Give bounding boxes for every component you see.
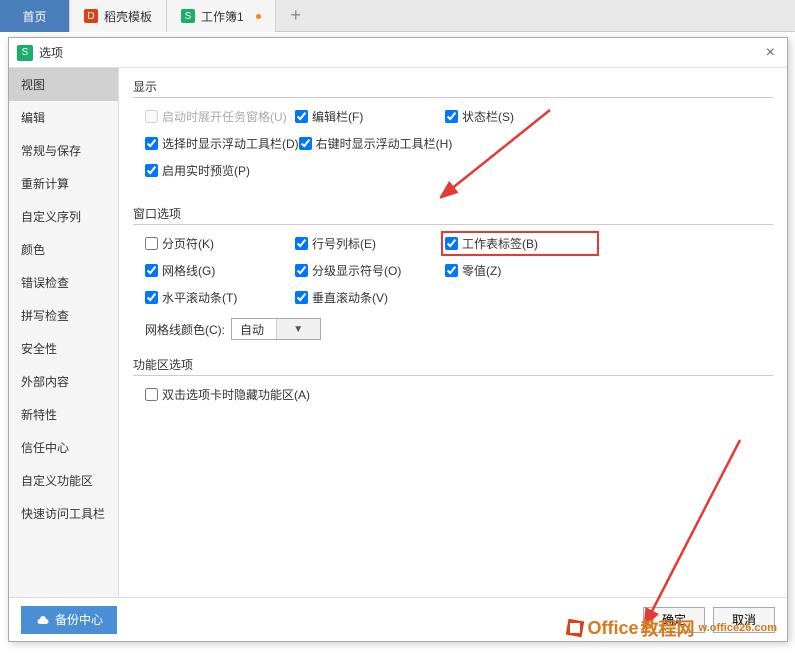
- tab-docer[interactable]: D 稻壳模板: [70, 0, 167, 32]
- sheet-icon: S: [181, 9, 195, 23]
- app-icon: S: [17, 45, 33, 61]
- checkbox-input[interactable]: [145, 237, 158, 250]
- close-button[interactable]: ×: [762, 44, 779, 62]
- sidebar-item-trust-center[interactable]: 信任中心: [9, 431, 118, 464]
- checkbox-input[interactable]: [295, 110, 308, 123]
- sidebar-item-security[interactable]: 安全性: [9, 332, 118, 365]
- grid-color-label: 网格线颜色(C):: [145, 321, 225, 338]
- checkbox-input[interactable]: [295, 264, 308, 277]
- checkbox-formula-bar[interactable]: 编辑栏(F): [295, 108, 445, 125]
- sidebar-item-quick-access[interactable]: 快速访问工具栏: [9, 497, 118, 530]
- checkbox-input[interactable]: [145, 291, 158, 304]
- office-logo-icon: [564, 617, 586, 639]
- checkbox-input[interactable]: [295, 291, 308, 304]
- content-panel: 显示 启动时展开任务窗格(U) 编辑栏(F) 状态栏(S: [119, 68, 787, 597]
- checkbox-float-toolbar-select[interactable]: 选择时显示浮动工具栏(D): [145, 135, 299, 152]
- checkbox-status-bar[interactable]: 状态栏(S): [445, 108, 595, 125]
- backup-center-button[interactable]: 备份中心: [21, 606, 117, 634]
- checkbox-outline-symbols[interactable]: 分级显示符号(O): [295, 262, 445, 279]
- section-title: 功能区选项: [133, 356, 773, 376]
- watermark-text1: Office: [588, 618, 639, 639]
- sidebar-item-view[interactable]: 视图: [9, 68, 118, 101]
- checkbox-v-scroll[interactable]: 垂直滚动条(V): [295, 289, 445, 306]
- checkbox-input: [145, 110, 158, 123]
- checkbox-zero-values[interactable]: 零值(Z): [445, 262, 595, 279]
- tab-add-button[interactable]: +: [276, 0, 316, 31]
- grid-color-dropdown[interactable]: 自动 ▼: [231, 318, 321, 340]
- sidebar-item-recalc[interactable]: 重新计算: [9, 167, 118, 200]
- section-ribbon: 功能区选项 双击选项卡时隐藏功能区(A): [133, 356, 773, 417]
- checkbox-input[interactable]: [299, 137, 312, 150]
- unsaved-dot-icon: [256, 14, 261, 19]
- checkbox-input[interactable]: [145, 388, 158, 401]
- checkbox-dblclick-hide[interactable]: 双击选项卡时隐藏功能区(A): [145, 386, 310, 403]
- sidebar-item-general-save[interactable]: 常规与保存: [9, 134, 118, 167]
- section-title: 显示: [133, 78, 773, 98]
- tab-workbook[interactable]: S 工作簿1: [167, 0, 276, 32]
- backup-label: 备份中心: [55, 611, 103, 628]
- section-display: 显示 启动时展开任务窗格(U) 编辑栏(F) 状态栏(S: [133, 78, 773, 193]
- checkbox-input[interactable]: [145, 137, 158, 150]
- checkbox-sheet-tabs[interactable]: 工作表标签(B): [445, 235, 595, 252]
- sidebar-item-color[interactable]: 颜色: [9, 233, 118, 266]
- section-window: 窗口选项 分页符(K) 行号列标(E) 工作表标签(B): [133, 205, 773, 344]
- checkbox-startup-pane: 启动时展开任务窗格(U): [145, 108, 295, 125]
- checkbox-live-preview[interactable]: 启用实时预览(P): [145, 162, 295, 179]
- checkbox-input[interactable]: [145, 164, 158, 177]
- checkbox-input[interactable]: [295, 237, 308, 250]
- sidebar-item-custom-ribbon[interactable]: 自定义功能区: [9, 464, 118, 497]
- sidebar-item-spell-check[interactable]: 拼写检查: [9, 299, 118, 332]
- watermark-url: w.office26.com: [699, 622, 777, 634]
- tab-label: 稻壳模板: [104, 8, 152, 25]
- checkbox-page-breaks[interactable]: 分页符(K): [145, 235, 295, 252]
- docer-icon: D: [84, 9, 98, 23]
- chevron-down-icon: ▼: [276, 319, 321, 339]
- dropdown-value: 自动: [232, 321, 276, 338]
- sidebar-item-external[interactable]: 外部内容: [9, 365, 118, 398]
- watermark: Office 教程网 w.office26.com: [564, 615, 777, 641]
- checkbox-h-scroll[interactable]: 水平滚动条(T): [145, 289, 295, 306]
- sidebar-item-custom-list[interactable]: 自定义序列: [9, 200, 118, 233]
- checkbox-row-col-headers[interactable]: 行号列标(E): [295, 235, 445, 252]
- sidebar-item-error-check[interactable]: 错误检查: [9, 266, 118, 299]
- dialog-titlebar: S 选项 ×: [9, 38, 787, 68]
- options-dialog: S 选项 × 视图 编辑 常规与保存 重新计算 自定义序列 颜色 错误检查 拼写…: [8, 37, 788, 642]
- sidebar-item-edit[interactable]: 编辑: [9, 101, 118, 134]
- watermark-text2: 教程网: [641, 615, 695, 641]
- checkbox-gridlines[interactable]: 网格线(G): [145, 262, 295, 279]
- sidebar: 视图 编辑 常规与保存 重新计算 自定义序列 颜色 错误检查 拼写检查 安全性 …: [9, 68, 119, 597]
- checkbox-float-toolbar-right[interactable]: 右键时显示浮动工具栏(H): [299, 135, 453, 152]
- sidebar-item-new-feature[interactable]: 新特性: [9, 398, 118, 431]
- checkbox-input[interactable]: [445, 110, 458, 123]
- checkbox-input[interactable]: [445, 237, 458, 250]
- tab-home[interactable]: 首页: [0, 0, 70, 32]
- dialog-title: 选项: [39, 44, 762, 61]
- section-title: 窗口选项: [133, 205, 773, 225]
- tabbar: 首页 D 稻壳模板 S 工作簿1 +: [0, 0, 795, 32]
- checkbox-input[interactable]: [145, 264, 158, 277]
- cloud-icon: [35, 613, 49, 627]
- checkbox-input[interactable]: [445, 264, 458, 277]
- tab-label: 工作簿1: [201, 8, 244, 25]
